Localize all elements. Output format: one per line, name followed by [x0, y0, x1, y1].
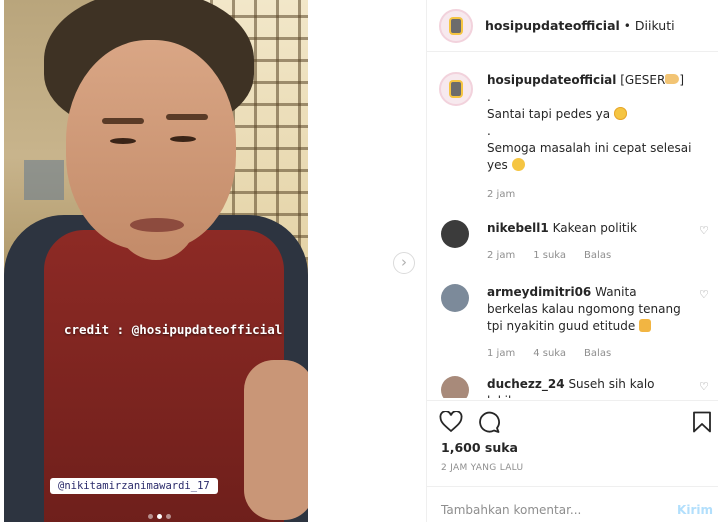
header-separator: •: [623, 18, 631, 33]
avatar[interactable]: [439, 8, 473, 43]
thumbs-up-emoji-icon: [639, 319, 652, 332]
heart-icon[interactable]: ♡: [699, 288, 711, 301]
person-mouth: [130, 218, 184, 232]
comment-text: armeydimitri06 Wanita berkelas kalau ngo…: [487, 284, 683, 362]
carousel-dot-active: [157, 514, 162, 519]
carousel-dot: [166, 514, 171, 519]
heart-icon: [439, 410, 463, 433]
right-eye: [170, 136, 196, 142]
avatar[interactable]: [441, 220, 469, 248]
post-photo: credit : @hosipupdateofficial @nikitamir…: [4, 0, 308, 522]
add-comment-bar: Tambahkan komentar... Kirim: [427, 486, 718, 522]
like-count[interactable]: 1,600 suka: [441, 440, 518, 455]
caption-username[interactable]: hosipupdateofficial: [487, 73, 616, 87]
comment-meta: 1 jam 4 suka Balas: [487, 345, 683, 362]
caption-line1-end: ]: [679, 73, 685, 87]
post-header: hosipupdateofficial • Diikuti: [427, 0, 718, 52]
like-button[interactable]: [439, 410, 463, 433]
comment-username[interactable]: nikebell1: [487, 221, 549, 235]
caption-line2: .: [487, 90, 491, 104]
action-bar: [427, 400, 718, 440]
comment-time: 2 jam: [487, 250, 516, 261]
comment-body: Kakean politik: [552, 221, 637, 235]
reply-button[interactable]: Balas: [584, 247, 611, 264]
comment-username[interactable]: armeydimitri06: [487, 285, 591, 299]
comment-meta: 2 jam 1 suka Balas: [487, 247, 683, 264]
caption-time: 2 jam: [487, 189, 516, 200]
comment-text: nikebell1 Kakean politik 2 jam 1 suka Ba…: [487, 220, 683, 264]
follow-status[interactable]: Diikuti: [635, 18, 675, 33]
caption-line4: .: [487, 124, 491, 138]
left-brow: [102, 118, 144, 124]
comment-username[interactable]: duchezz_24: [487, 377, 565, 391]
heart-icon[interactable]: ♡: [699, 224, 711, 237]
header-username[interactable]: hosipupdateofficial: [485, 18, 620, 33]
comment-likes[interactable]: 1 suka: [533, 247, 566, 264]
reply-button[interactable]: Balas: [584, 345, 611, 362]
send-button[interactable]: Kirim: [677, 503, 713, 517]
caption-line3: Santai tapi pedes ya: [487, 107, 611, 121]
carousel-next-button[interactable]: ›: [393, 252, 415, 274]
carousel-dot: [148, 514, 153, 519]
heart-icon[interactable]: ♡: [699, 380, 711, 393]
smiling-emoji-icon: [511, 158, 525, 171]
credit-overlay: credit : @hosipupdateofficial: [64, 322, 283, 337]
comment-time: 1 jam: [487, 348, 516, 359]
caption-line6: yes: [487, 158, 508, 172]
caption-line1: [GESER: [620, 73, 666, 87]
post-timestamp[interactable]: 2 JAM YANG LALU: [441, 463, 523, 473]
post-side-panel: hosipupdateofficial • Diikuti hosipupdat…: [426, 0, 718, 522]
mention-sticker[interactable]: @nikitamirzanimawardi_17: [50, 478, 218, 494]
caption-line5: Semoga masalah ini cepat selesai: [487, 141, 692, 155]
left-eye: [110, 138, 136, 144]
carousel-indicator: [148, 514, 171, 519]
save-button[interactable]: [691, 411, 715, 433]
comment-button[interactable]: [477, 411, 501, 433]
post-media: credit : @hosipupdateofficial @nikitamir…: [0, 0, 426, 522]
caption-meta: 2 jam: [487, 186, 707, 203]
pointing-hand-emoji-icon: [665, 74, 680, 84]
comment-text: duchezz_24 Suseh sih kalo lakik: [487, 376, 683, 398]
comment-likes[interactable]: 4 suka: [533, 345, 566, 362]
right-brow: [166, 114, 208, 120]
caption-body: hosipupdateofficial [GESER] . Santai tap…: [487, 72, 707, 203]
person-hand: [244, 360, 308, 520]
heart-eyes-emoji-icon: [613, 107, 627, 120]
comment-input[interactable]: Tambahkan komentar...: [441, 503, 581, 517]
background-window: [24, 160, 64, 200]
avatar[interactable]: [439, 72, 473, 106]
chevron-right-icon: ›: [401, 253, 407, 271]
avatar[interactable]: [441, 376, 469, 398]
comments-list[interactable]: hosipupdateofficial [GESER] . Santai tap…: [427, 60, 718, 398]
avatar[interactable]: [441, 284, 469, 312]
comment-icon: [479, 411, 500, 433]
bookmark-icon: [693, 411, 711, 433]
